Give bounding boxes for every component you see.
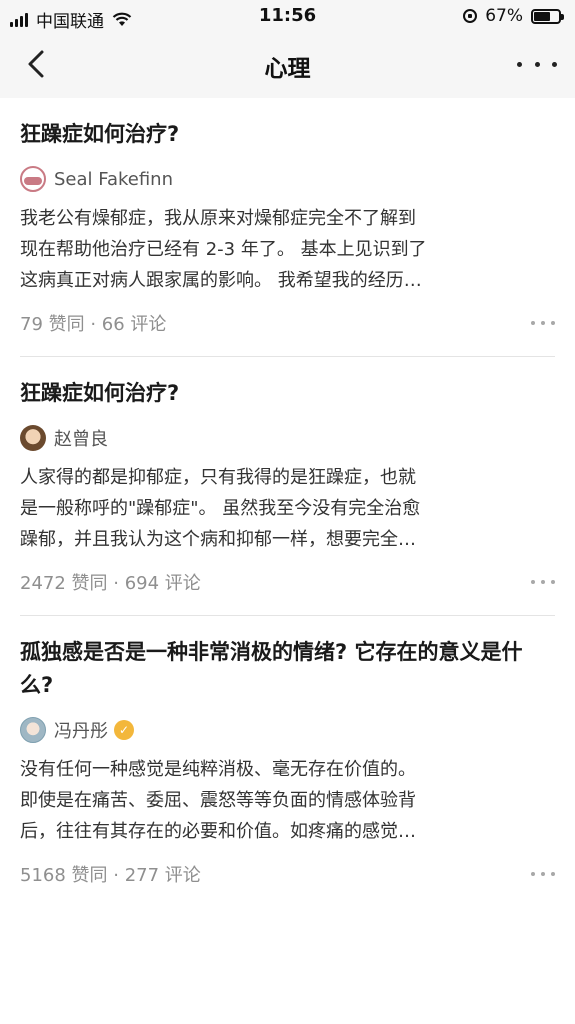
excerpt-line: 没有任何一种感觉是纯粹消极、毫无存在价值的。 [20, 759, 416, 780]
dot-icon [531, 580, 535, 584]
card-more-button[interactable] [531, 321, 555, 325]
excerpt-line: 即使是在痛苦、委屈、震怒等等负面的情感体验背 [20, 790, 416, 811]
avatar[interactable] [20, 166, 46, 192]
dot-icon [551, 872, 555, 876]
dot-icon [551, 580, 555, 584]
feed-list: 狂躁症如何治疗? Seal Fakefinn 我老公有燥郁症，我从原来对燥郁症完… [0, 98, 575, 907]
excerpt-line: 我老公有燥郁症，我从原来对燥郁症完全不了解到 [20, 208, 416, 229]
excerpt-line: 后，往往有其存在的必要和价值。如疼痛的感觉… [20, 821, 416, 842]
author-name[interactable]: Seal Fakefinn [54, 169, 173, 190]
feed-card[interactable]: 狂躁症如何治疗? Seal Fakefinn 我老公有燥郁症，我从原来对燥郁症完… [20, 98, 555, 357]
vote-comment-count: 2472 赞同 · 694 评论 [20, 573, 201, 594]
excerpt-line: 躁郁，并且我认为这个病和抑郁一样，想要完全… [20, 529, 416, 550]
feed-card[interactable]: 狂躁症如何治疗? 赵曾良 人家得的都是抑郁症，只有我得的是狂躁症，也就 是一般称… [20, 357, 555, 616]
more-options-button[interactable] [517, 52, 557, 76]
meta-row: 79 赞同 · 66 评论 [20, 310, 555, 356]
meta-row: 5168 赞同 · 277 评论 [20, 861, 555, 907]
rotation-lock-icon [463, 9, 478, 23]
battery-fill [534, 11, 551, 21]
avatar[interactable] [20, 425, 46, 451]
author-row: Seal Fakefinn [20, 165, 555, 193]
question-title[interactable]: 孤独感是否是一种非常消极的情绪? 它存在的意义是什么? [20, 616, 555, 702]
dot-icon [531, 872, 535, 876]
battery-percent: 67% [485, 6, 523, 26]
author-name[interactable]: 赵曾良 [54, 425, 108, 451]
status-right: 67% [463, 6, 564, 26]
vote-comment-count: 5168 赞同 · 277 评论 [20, 865, 201, 886]
page-title: 心理 [264, 56, 311, 82]
dot-icon [541, 321, 545, 325]
dot-icon [517, 61, 522, 67]
author-row: 冯丹彤 ✓ [20, 716, 555, 744]
nav-bar: 心理 [0, 32, 575, 98]
excerpt-line: 人家得的都是抑郁症，只有我得的是狂躁症，也就 [20, 467, 416, 488]
status-bar: 中国联通 11:56 67% [0, 0, 575, 32]
answer-excerpt[interactable]: 没有任何一种感觉是纯粹消极、毫无存在价值的。 即使是在痛苦、委屈、震怒等等负面的… [20, 754, 555, 847]
author-name[interactable]: 冯丹彤 [54, 717, 108, 743]
card-more-button[interactable] [531, 872, 555, 876]
answer-excerpt[interactable]: 我老公有燥郁症，我从原来对燥郁症完全不了解到 现在帮助他治疗已经有 2-3 年了… [20, 203, 555, 296]
excerpt-line: 这病真正对病人跟家属的影响。 我希望我的经历… [20, 270, 422, 291]
dot-icon [541, 872, 545, 876]
dot-icon [531, 321, 535, 325]
author-row: 赵曾良 [20, 424, 555, 452]
avatar[interactable] [20, 717, 46, 743]
dot-icon [552, 61, 557, 67]
dot-icon [534, 61, 540, 67]
verified-badge-icon: ✓ [114, 720, 134, 740]
dot-icon [551, 321, 555, 325]
vote-comment-count: 79 赞同 · 66 评论 [20, 314, 167, 335]
meta-row: 2472 赞同 · 694 评论 [20, 569, 555, 615]
answer-excerpt[interactable]: 人家得的都是抑郁症，只有我得的是狂躁症，也就 是一般称呼的"躁郁症"。 虽然我至… [20, 462, 555, 555]
question-title[interactable]: 狂躁症如何治疗? [20, 98, 555, 151]
question-title[interactable]: 狂躁症如何治疗? [20, 357, 555, 410]
card-more-button[interactable] [531, 580, 555, 584]
battery-icon [531, 8, 564, 24]
excerpt-line: 现在帮助他治疗已经有 2-3 年了。 基本上见识到了 [20, 239, 427, 260]
feed-card[interactable]: 孤独感是否是一种非常消极的情绪? 它存在的意义是什么? 冯丹彤 ✓ 没有任何一种… [20, 616, 555, 907]
dot-icon [541, 580, 545, 584]
excerpt-line: 是一般称呼的"躁郁症"。 虽然我至今没有完全治愈 [20, 498, 421, 519]
